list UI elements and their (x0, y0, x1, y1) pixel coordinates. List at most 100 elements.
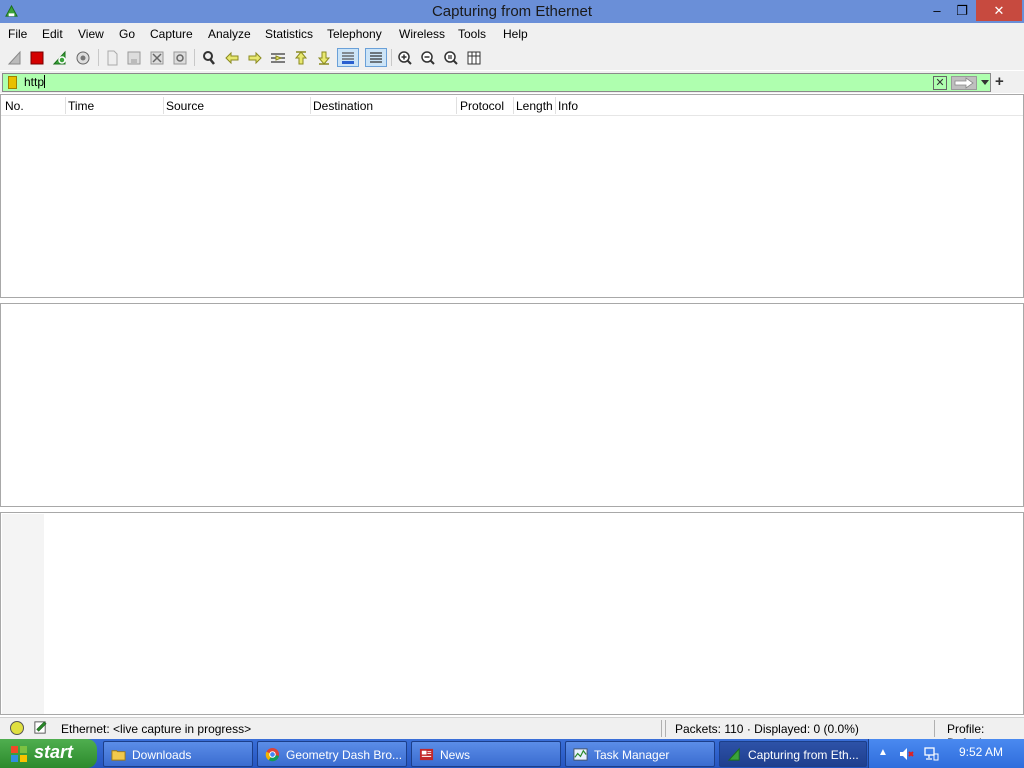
status-separator (665, 720, 666, 737)
taskbar-item-label: Geometry Dash Bro... (286, 748, 403, 762)
toolbar-separator (194, 49, 195, 66)
packet-bytes-pane[interactable] (0, 512, 1024, 715)
filter-value[interactable]: http (24, 75, 44, 89)
clear-filter-icon[interactable]: ✕ (933, 76, 947, 90)
menu-view[interactable]: View (78, 27, 104, 41)
zoom-out-icon[interactable] (418, 48, 437, 67)
taskbar-item-news[interactable]: News (411, 741, 561, 767)
taskbar-item-label: News (440, 748, 471, 762)
go-last-icon[interactable] (314, 48, 333, 67)
packet-list-pane[interactable]: No. Time Source Destination Protocol Len… (0, 94, 1024, 298)
display-filter-input[interactable]: http ✕ (2, 73, 991, 92)
go-to-packet-icon[interactable] (268, 48, 287, 67)
zoom-in-icon[interactable] (395, 48, 414, 67)
taskbar: start Downloads Geometry Dash Bro... New… (0, 739, 1024, 768)
save-file-icon[interactable] (124, 48, 143, 67)
column-divider[interactable] (65, 97, 66, 114)
interface-status: Ethernet: <live capture in progress> (61, 722, 252, 736)
add-filter-button[interactable]: + (995, 73, 1004, 90)
column-divider[interactable] (513, 97, 514, 114)
clock[interactable]: 9:52 AM (959, 745, 1003, 759)
shark-fin-icon[interactable] (5, 48, 24, 67)
taskbar-item-label: Capturing from Eth... (748, 748, 859, 762)
colorize-icon[interactable] (365, 48, 387, 67)
column-divider[interactable] (310, 97, 311, 114)
menu-telephony[interactable]: Telephony (327, 27, 382, 41)
packet-details-pane[interactable] (0, 303, 1024, 507)
find-packet-icon[interactable] (199, 48, 218, 67)
status-bar: Ethernet: <live capture in progress> Pac… (0, 717, 1024, 750)
packet-count-status: Packets: 110 · Displayed: 0 (0.0%) (675, 722, 859, 736)
go-forward-icon[interactable] (245, 48, 264, 67)
taskbar-item-label: Task Manager (594, 748, 670, 762)
column-header-length[interactable]: Length (516, 99, 553, 113)
windows-logo-icon (11, 746, 27, 762)
column-divider[interactable] (163, 97, 164, 114)
column-header-time[interactable]: Time (68, 99, 94, 113)
close-button[interactable]: ✕ (976, 0, 1022, 21)
status-separator (661, 720, 662, 737)
menu-capture[interactable]: Capture (150, 27, 193, 41)
taskbar-item-downloads[interactable]: Downloads (103, 741, 253, 767)
toolbar-separator (98, 49, 99, 66)
normal-size-icon[interactable] (441, 48, 460, 67)
wireshark-icon (727, 747, 740, 761)
start-button[interactable]: start (0, 739, 97, 768)
menu-tools[interactable]: Tools (458, 27, 486, 41)
window-title: Capturing from Ethernet (431, 3, 593, 20)
column-header-no[interactable]: No. (5, 99, 24, 113)
text-cursor (44, 75, 46, 88)
volume-muted-icon[interactable] (899, 746, 915, 762)
open-file-icon[interactable] (102, 48, 121, 67)
column-header-destination[interactable]: Destination (313, 99, 373, 113)
menu-go[interactable]: Go (119, 27, 135, 41)
resize-columns-icon[interactable] (464, 48, 483, 67)
capture-comment-icon[interactable] (33, 720, 48, 735)
taskbar-item-geometry-dash[interactable]: Geometry Dash Bro... (257, 741, 407, 767)
taskbar-item-label: Downloads (132, 748, 192, 762)
chevron-down-icon[interactable] (981, 80, 989, 85)
status-separator (934, 720, 935, 737)
network-icon[interactable] (923, 746, 939, 762)
go-first-icon[interactable] (291, 48, 310, 67)
menu-file[interactable]: File (8, 27, 27, 41)
reload-icon[interactable] (170, 48, 189, 67)
news-icon (419, 748, 434, 761)
column-divider[interactable] (456, 97, 457, 114)
task-manager-icon (573, 748, 588, 761)
menu-wireless[interactable]: Wireless (399, 27, 445, 41)
capture-options-icon[interactable] (73, 48, 92, 67)
system-tray: ▲ 9:52 AM (868, 739, 1024, 768)
column-header-source[interactable]: Source (166, 99, 204, 113)
column-header-protocol[interactable]: Protocol (460, 99, 504, 113)
close-file-icon[interactable] (147, 48, 166, 67)
folder-icon (111, 750, 126, 761)
start-label: start (34, 742, 74, 762)
maximize-button[interactable]: ❐ (950, 0, 974, 21)
display-filter-bar: http ✕ + (0, 71, 1024, 93)
column-header-info[interactable]: Info (558, 99, 578, 113)
column-divider[interactable] (555, 97, 556, 114)
go-back-icon[interactable] (222, 48, 241, 67)
stop-icon[interactable] (27, 48, 46, 67)
restart-icon[interactable] (50, 48, 69, 67)
show-hidden-icons-icon[interactable]: ▲ (878, 747, 888, 758)
apply-filter-icon[interactable] (951, 76, 977, 90)
toolbar-separator (391, 49, 392, 66)
packet-list-header: No. Time Source Destination Protocol Len… (1, 95, 1023, 116)
minimize-button[interactable]: – (926, 0, 948, 21)
menu-analyze[interactable]: Analyze (208, 27, 251, 41)
bookmark-icon[interactable] (8, 76, 17, 89)
menu-statistics[interactable]: Statistics (265, 27, 313, 41)
expert-info-led-icon[interactable] (10, 721, 24, 735)
chrome-icon (265, 747, 280, 762)
title-bar: Capturing from Ethernet – ❐ ✕ (0, 0, 1024, 23)
menu-edit[interactable]: Edit (42, 27, 63, 41)
bytes-offset-gutter (2, 514, 44, 714)
menu-bar: File Edit View Go Capture Analyze Statis… (0, 23, 1024, 45)
taskbar-item-wireshark[interactable]: Capturing from Eth... (719, 741, 867, 767)
autoscroll-icon[interactable] (337, 48, 359, 67)
main-toolbar (0, 45, 1024, 70)
menu-help[interactable]: Help (503, 27, 528, 41)
taskbar-item-task-manager[interactable]: Task Manager (565, 741, 715, 767)
